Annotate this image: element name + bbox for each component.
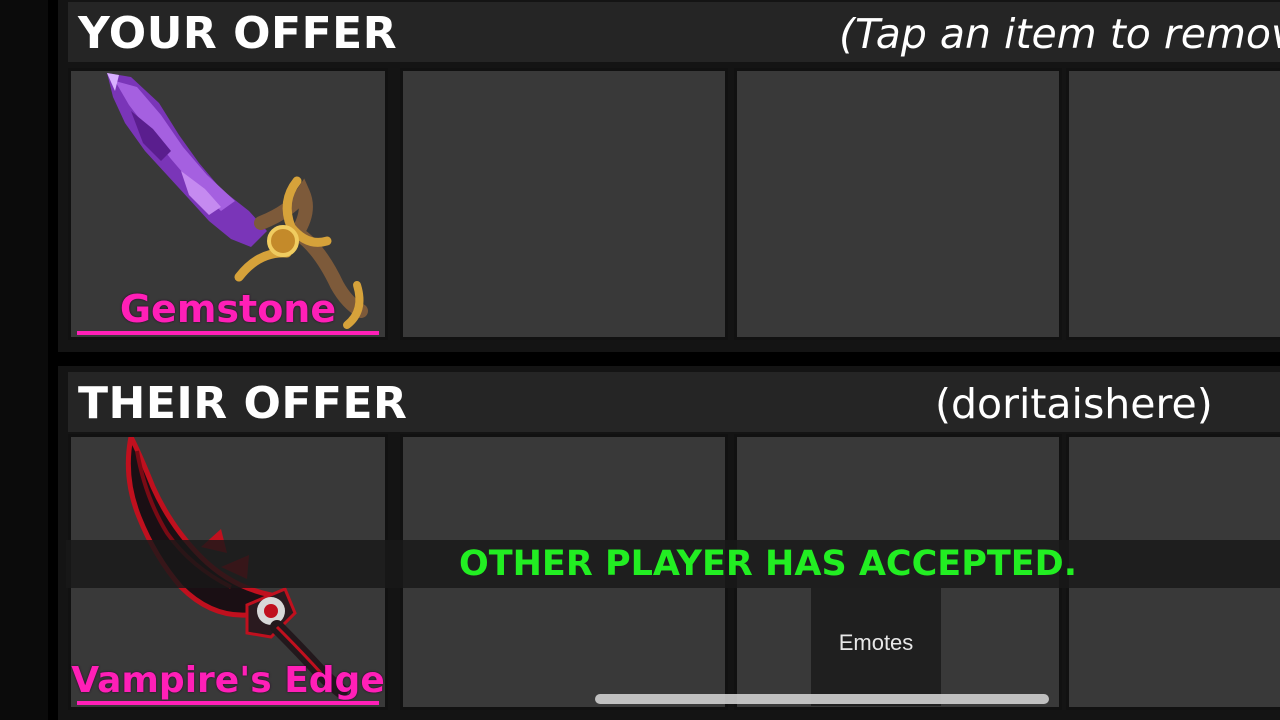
accepted-status-text: OTHER PLAYER HAS ACCEPTED. — [459, 544, 1077, 584]
item-name-vampires-edge: Vampire's Edge — [71, 660, 385, 701]
your-offer-title: YOUR OFFER — [78, 8, 398, 59]
your-offer-slot-1[interactable]: Gemstone — [68, 68, 388, 340]
item-name-gemstone: Gemstone — [119, 287, 337, 331]
emotes-button-label: Emotes — [838, 630, 914, 655]
emotes-button[interactable]: Emotes — [811, 588, 941, 706]
their-player-name: (doritaishere) — [935, 380, 1213, 428]
your-offer-panel: YOUR OFFER (Tap an item to remove) Gemst… — [58, 0, 1280, 352]
your-offer-slot-2[interactable] — [400, 68, 728, 340]
home-indicator-bar[interactable] — [595, 694, 1049, 704]
your-offer-hint: (Tap an item to remove) — [839, 10, 1280, 58]
item-underline — [77, 331, 379, 335]
left-edge-strip — [0, 0, 48, 720]
their-offer-header: THEIR OFFER (doritaishere) — [68, 372, 1280, 432]
your-offer-header: YOUR OFFER (Tap an item to remove) — [68, 2, 1280, 62]
item-underline — [77, 701, 379, 705]
your-offer-slot-4[interactable] — [1066, 68, 1280, 340]
their-offer-title: THEIR OFFER — [78, 378, 408, 429]
accepted-status-banner: OTHER PLAYER HAS ACCEPTED. — [66, 540, 1280, 588]
your-offer-slot-3[interactable] — [734, 68, 1062, 340]
